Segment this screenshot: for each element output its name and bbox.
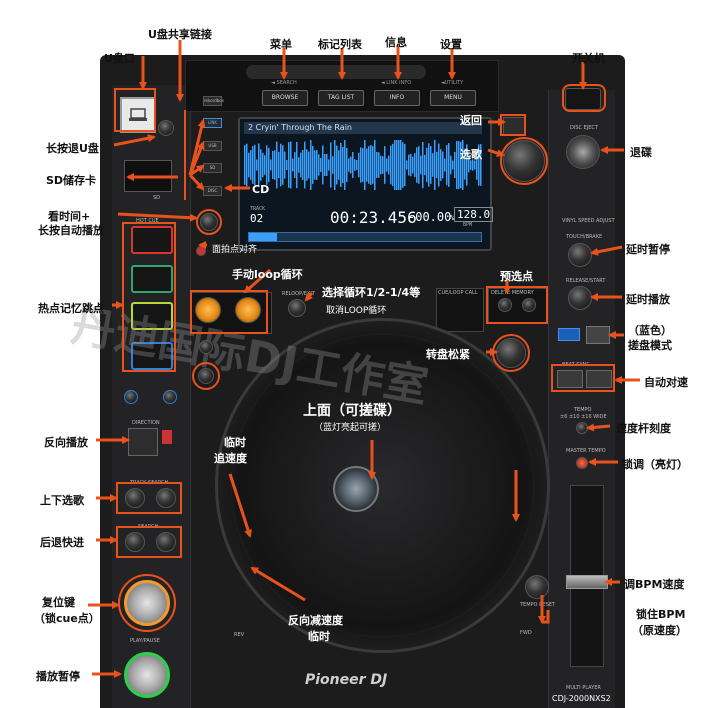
label-search: 后退快进: [40, 536, 84, 549]
label-tempo-range: 速度杆刻度: [616, 422, 671, 435]
label-reset-1: 复位键: [42, 596, 75, 609]
label-track-search: 上下选歌: [40, 494, 84, 507]
label-delay-start: 延时播放: [626, 293, 670, 306]
annotation-arrows: [88, 40, 640, 678]
label-u-port: U盘口: [104, 52, 135, 65]
label-loop-cancel: 取消LOOP循环: [326, 306, 387, 316]
label-back: 返回: [460, 114, 482, 127]
label-top-surface-1: 上面（可搓碟）: [303, 403, 401, 419]
label-temp-speed-2: 追速度: [214, 452, 247, 465]
label-temp-speed-1: 临时: [224, 436, 246, 449]
label-long-press-eject-u: 长按退U盘: [46, 142, 99, 155]
cdj-annotated-diagram: ◄ SEARCH BROWSE TAG LIST ◄ LINK INFO INF…: [0, 0, 719, 708]
label-cd: CD: [252, 183, 270, 196]
label-u-share: U盘共享链接: [148, 28, 212, 41]
label-tag-list: 标记列表: [318, 38, 362, 51]
label-settings: 设置: [440, 38, 462, 51]
label-auto-sync: 自动对速: [644, 376, 688, 389]
label-reset-2: （锁cue点）: [34, 612, 100, 625]
label-play-pause: 播放暂停: [36, 670, 80, 683]
arrow-icon: [88, 40, 640, 678]
label-reverse-slow-2: 临时: [308, 630, 330, 643]
label-lock-bpm-2: （原速度）: [632, 624, 687, 637]
label-info: 信息: [385, 36, 407, 49]
label-adjust-bpm: 调BPM速度: [624, 578, 685, 591]
label-delay-stop: 延时暂停: [626, 243, 670, 256]
label-platter-tension: 转盘松紧: [426, 348, 470, 361]
label-sd-card: SD储存卡: [46, 174, 97, 187]
label-menu: 菜单: [270, 38, 292, 51]
label-vinyl-mode-1: （蓝色）: [628, 324, 672, 337]
label-vinyl-mode-2: 搓盘模式: [628, 339, 672, 352]
label-reverse-slow-1: 反向减速度: [288, 614, 343, 627]
label-loop-select: 选择循环1/2-1/4等: [322, 286, 421, 299]
label-beat-sync: 面拍点对齐: [212, 245, 258, 255]
label-select: 选歌: [460, 148, 482, 161]
label-power: 开关机: [572, 52, 605, 65]
label-manual-loop: 手动loop循环: [232, 268, 303, 281]
label-lock-bpm-1: 锁住BPM: [636, 608, 686, 621]
label-eject: 退碟: [630, 146, 652, 159]
label-auto-cue: 长按自动播放: [38, 224, 104, 237]
label-preset-point: 预选点: [500, 270, 533, 283]
label-reverse: 反向播放: [44, 436, 88, 449]
label-key-lock: 锁调（亮灯）: [622, 458, 688, 471]
label-top-surface-2: （蓝灯亮起可搓）: [314, 423, 387, 433]
label-hot-cue: 热点记忆跳点: [38, 302, 104, 315]
